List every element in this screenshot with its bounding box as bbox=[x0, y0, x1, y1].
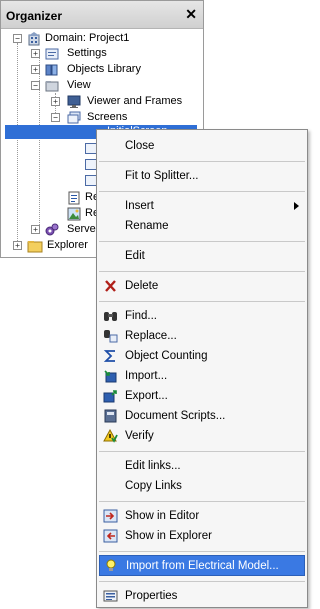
delete-x-icon bbox=[103, 279, 118, 293]
tree-label: Explorer bbox=[47, 239, 88, 251]
tree-item-screens[interactable]: − Screens bbox=[51, 110, 201, 126]
close-icon[interactable]: ✕ bbox=[185, 7, 197, 21]
menu-item-edit[interactable]: Edit bbox=[99, 246, 305, 266]
menu-item-label: Import from Electrical Model... bbox=[126, 560, 279, 572]
menu-item-insert[interactable]: Insert bbox=[99, 196, 305, 216]
warning-check-icon bbox=[103, 428, 118, 443]
tree-item-server[interactable]: + Serve bbox=[31, 222, 101, 238]
menu-separator bbox=[99, 271, 305, 272]
folder-icon bbox=[27, 239, 43, 253]
collapse-icon[interactable]: − bbox=[51, 113, 60, 122]
expand-icon[interactable]: + bbox=[31, 65, 40, 74]
menu-item-import-from-electrical-model[interactable]: Import from Electrical Model... bbox=[99, 555, 305, 576]
expand-icon[interactable]: + bbox=[31, 49, 40, 58]
menu-item-label: Export... bbox=[125, 390, 168, 402]
menu-separator bbox=[99, 191, 305, 192]
library-icon bbox=[45, 63, 59, 76]
tree-item-domain[interactable]: − Domain: Project1 bbox=[13, 31, 193, 47]
tree-label: Objects Library bbox=[67, 63, 141, 75]
tree-label: Settings bbox=[67, 47, 107, 59]
menu-item-rename[interactable]: Rename bbox=[99, 216, 305, 236]
book-icon bbox=[103, 409, 118, 423]
submenu-arrow-icon bbox=[294, 202, 299, 210]
menu-separator bbox=[99, 581, 305, 582]
view-folder-icon bbox=[45, 79, 59, 92]
menu-separator bbox=[99, 301, 305, 302]
menu-item-label: Object Counting bbox=[125, 350, 208, 362]
menu-item-verify[interactable]: Verify bbox=[99, 426, 305, 446]
expand-icon[interactable]: + bbox=[51, 97, 60, 106]
context-menu: Close Fit to Splitter... Insert Rename E… bbox=[96, 129, 308, 608]
import-icon bbox=[103, 369, 118, 383]
organizer-title: Organizer bbox=[6, 9, 63, 23]
show-in-editor-icon bbox=[103, 509, 118, 523]
settings-icon bbox=[45, 47, 59, 60]
menu-item-label: Fit to Splitter... bbox=[125, 170, 199, 182]
collapse-icon[interactable]: − bbox=[31, 81, 40, 90]
tree-label: Serve bbox=[67, 223, 96, 235]
report-icon bbox=[67, 191, 81, 205]
menu-item-show-in-explorer[interactable]: Show in Explorer bbox=[99, 526, 305, 546]
expand-icon[interactable]: + bbox=[13, 241, 22, 250]
sigma-icon bbox=[103, 349, 118, 363]
menu-item-copy-links[interactable]: Copy Links bbox=[99, 476, 305, 496]
image-icon bbox=[67, 207, 81, 221]
menu-item-export[interactable]: Export... bbox=[99, 386, 305, 406]
menu-item-object-counting[interactable]: Object Counting bbox=[99, 346, 305, 366]
menu-separator bbox=[99, 551, 305, 552]
lightbulb-icon bbox=[104, 559, 119, 573]
tree-item-viewer-and-frames[interactable]: + Viewer and Frames bbox=[51, 94, 201, 110]
tree-item-view[interactable]: − View bbox=[31, 78, 181, 94]
menu-item-label: Close bbox=[125, 140, 155, 152]
tree-label: Viewer and Frames bbox=[87, 95, 183, 107]
export-icon bbox=[103, 389, 118, 403]
tree-line bbox=[17, 43, 18, 247]
menu-item-properties[interactable]: Properties bbox=[99, 586, 305, 606]
tree-label: Screens bbox=[87, 111, 128, 123]
menu-item-label: Import... bbox=[125, 370, 168, 382]
menu-item-label: Show in Explorer bbox=[125, 530, 212, 542]
menu-item-label: Verify bbox=[125, 430, 154, 442]
menu-separator bbox=[99, 451, 305, 452]
menu-item-find[interactable]: Find... bbox=[99, 306, 305, 326]
collapse-icon[interactable]: − bbox=[13, 34, 22, 43]
show-in-explorer-icon bbox=[103, 529, 118, 543]
server-gears-icon bbox=[45, 223, 59, 236]
menu-separator bbox=[99, 241, 305, 242]
menu-item-label: Replace... bbox=[125, 330, 177, 342]
monitor-icon bbox=[67, 95, 81, 108]
tree-item-objects-library[interactable]: + Objects Library bbox=[31, 62, 191, 78]
screens-icon bbox=[67, 111, 81, 124]
expand-icon[interactable]: + bbox=[31, 225, 40, 234]
menu-item-label: Edit links... bbox=[125, 460, 181, 472]
tree-label: View bbox=[67, 79, 91, 91]
menu-item-document-scripts[interactable]: Document Scripts... bbox=[99, 406, 305, 426]
menu-item-label: Copy Links bbox=[125, 480, 182, 492]
organizer-titlebar: Organizer ✕ bbox=[1, 1, 203, 29]
domain-building-icon bbox=[27, 32, 41, 46]
menu-item-fit-to-splitter[interactable]: Fit to Splitter... bbox=[99, 166, 305, 186]
menu-item-show-in-editor[interactable]: Show in Editor bbox=[99, 506, 305, 526]
binoculars-icon bbox=[103, 309, 118, 323]
menu-item-delete[interactable]: Delete bbox=[99, 276, 305, 296]
menu-separator bbox=[99, 161, 305, 162]
properties-icon bbox=[103, 589, 118, 603]
menu-separator bbox=[99, 501, 305, 502]
tree-item-settings[interactable]: + Settings bbox=[31, 46, 181, 62]
menu-item-import[interactable]: Import... bbox=[99, 366, 305, 386]
tree-label: Domain: Project1 bbox=[45, 32, 130, 44]
menu-item-label: Insert bbox=[125, 200, 154, 212]
menu-item-edit-links[interactable]: Edit links... bbox=[99, 456, 305, 476]
menu-item-label: Show in Editor bbox=[125, 510, 200, 522]
menu-item-label: Rename bbox=[125, 220, 169, 232]
menu-item-label: Properties bbox=[125, 590, 178, 602]
replace-icon bbox=[103, 329, 118, 343]
menu-item-replace[interactable]: Replace... bbox=[99, 326, 305, 346]
menu-item-close[interactable]: Close bbox=[99, 136, 305, 156]
menu-item-label: Delete bbox=[125, 280, 159, 292]
menu-item-label: Find... bbox=[125, 310, 157, 322]
menu-item-label: Edit bbox=[125, 250, 145, 262]
menu-item-label: Document Scripts... bbox=[125, 410, 226, 422]
